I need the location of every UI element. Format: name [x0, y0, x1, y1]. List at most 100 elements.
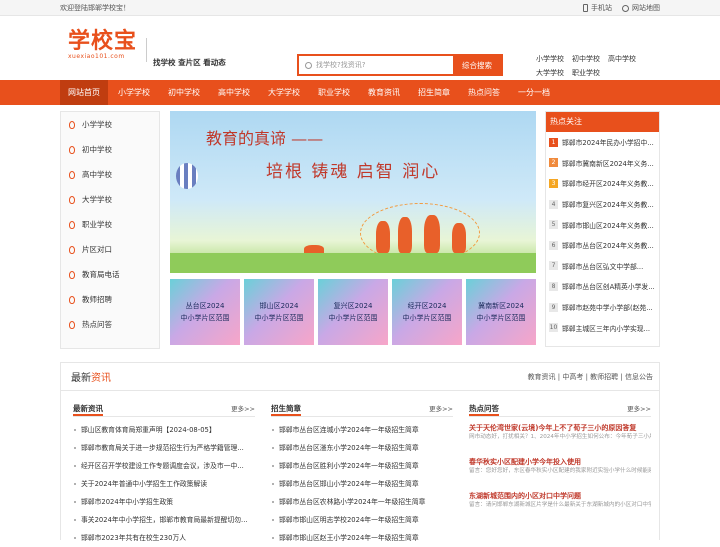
hot-item[interactable]: 6 邯郸市丛台区2024年义务教... — [546, 235, 659, 256]
qa-question[interactable]: 关于天伦湾世家(云境)今年上不了荀子三小的原因答复 — [469, 423, 651, 433]
mobile-site-link[interactable]: 手机站 — [583, 0, 612, 16]
qa-question[interactable]: 东湖新城范围内的小区对口中学问题 — [469, 491, 651, 501]
list-item[interactable]: 邯山区教育体育局郑重声明【2024-08-05】 — [73, 421, 255, 439]
header: 学校宝 xuexiao101.com 找学校 查片区 看动态 找学校?找资讯? … — [60, 16, 660, 80]
hot-item[interactable]: 2 邯郸市冀南新区2024年义务... — [546, 153, 659, 174]
site-logo[interactable]: 学校宝 xuexiao101.com — [68, 30, 137, 61]
child-silhouette — [376, 221, 390, 253]
nav-university[interactable]: 大学学校 — [260, 80, 308, 105]
news-section: 最新资讯 教育资讯 | 中高考 | 教师招聘 | 信息公告 最新资讯 更多>> 邯… — [60, 362, 660, 542]
hot-item[interactable]: 8 邯郸市丛台区创A精英小学发... — [546, 276, 659, 297]
hot-item[interactable]: 9 邯郸市赵苑中学小学部(赵苑... — [546, 297, 659, 318]
quick-link-vocational[interactable]: 职业学校 — [572, 69, 600, 77]
flame-icon — [69, 295, 75, 304]
quick-links: 小学学校 初中学校 高中学校 大学学校 职业学校 — [536, 52, 644, 80]
search-input[interactable]: 找学校?找资讯? — [299, 56, 453, 74]
nav-vocational[interactable]: 职业学校 — [310, 80, 358, 105]
admissions-column: 招生简章 更多>> 邯郸市丛台区连城小学2024年一年级招生简章 邯郸市丛台区滏东… — [271, 403, 453, 547]
list-item[interactable]: 关于2024年普通中小学招生工作政策解读 — [73, 475, 255, 493]
hot-item[interactable]: 7 邯郸市丛台区弘文中学部... — [546, 256, 659, 277]
flame-icon — [69, 270, 75, 279]
latest-news-more-link[interactable]: 更多>> — [231, 403, 255, 416]
hot-item[interactable]: 10 邯郸主城区三年内小学实现... — [546, 317, 659, 338]
sidebar-item-primary[interactable]: 小学学校 — [61, 112, 159, 137]
list-item[interactable]: 邯郸市丛台区农林路小学2024年一年级招生简章 — [271, 493, 453, 511]
list-item[interactable]: 邯郸市邯山区明志学校2024年一年级招生简章 — [271, 511, 453, 529]
child-silhouette — [452, 223, 466, 253]
qa-answer-snippet: 网市动态好，打扰相关？1、2024年中小学招生如何公布：今年荀子三小片内包含了天… — [469, 434, 651, 440]
district-card-jinan[interactable]: 冀南新区2024 中小学片区范围 — [466, 279, 536, 345]
qa-title: 热点问答 — [469, 403, 499, 416]
grass-ground — [170, 253, 536, 273]
sidebar-item-teacher-jobs[interactable]: 教师招聘 — [61, 287, 159, 312]
hot-air-balloon-image — [176, 163, 198, 189]
district-card-fuxing[interactable]: 复兴区2024 中小学片区范围 — [318, 279, 388, 345]
district-card-jingkai[interactable]: 经开区2024 中小学片区范围 — [392, 279, 462, 345]
news-header: 最新资讯 教育资讯 | 中高考 | 教师招聘 | 信息公告 — [61, 363, 659, 391]
list-item[interactable]: 邯郸市丛台区邯山小学2024年一年级招生简章 — [271, 475, 453, 493]
list-item[interactable]: 经开区召开学校建设工作专题调度会议，涉及市一中... — [73, 457, 255, 475]
flame-icon — [69, 195, 75, 204]
list-item[interactable]: 邯郸市2023年共有在校生230万人 — [73, 529, 255, 547]
search-icon — [305, 61, 312, 69]
qa-column: 热点问答 更多>> 关于天伦湾世家(云境)今年上不了荀子三小的原因答复 网市动态好… — [469, 403, 651, 509]
banner-heading: 教育的真谛 —— — [206, 129, 324, 148]
admissions-title: 招生简章 — [271, 403, 301, 416]
hot-item[interactable]: 3 邯郸市经开区2024年义务教... — [546, 173, 659, 194]
quick-link-primary[interactable]: 小学学校 — [536, 55, 564, 63]
district-card-hanshan[interactable]: 邯山区2024 中小学片区范围 — [244, 279, 314, 345]
district-card-congtai[interactable]: 丛台区2024 中小学片区范围 — [170, 279, 240, 345]
quick-link-senior[interactable]: 高中学校 — [608, 55, 636, 63]
nav-junior[interactable]: 初中学校 — [160, 80, 208, 105]
main-nav: 网站首页 小学学校 初中学校 高中学校 大学学校 职业学校 教育资讯 招生简章 … — [0, 80, 720, 105]
list-item[interactable]: 邯郸市丛台区滏东小学2024年一年级招生简章 — [271, 439, 453, 457]
nav-news[interactable]: 教育资讯 — [360, 80, 408, 105]
globe-icon — [622, 4, 629, 12]
nav-qa[interactable]: 热点问答 — [460, 80, 508, 105]
hero-banner[interactable]: 教育的真谛 —— 培根 铸魂 启智 润心 — [170, 111, 536, 273]
qa-answer-snippet: 留言：请问邯郸东湖新城区片学是什么最新关于东湖新城内的小区对口中学问题 ... — [469, 502, 651, 508]
qa-question[interactable]: 春华秋实小区配建小学今年投入使用 — [469, 457, 651, 467]
flame-icon — [69, 320, 75, 329]
hot-item[interactable]: 4 邯郸市复兴区2024年义务教... — [546, 194, 659, 215]
sidebar-item-bureau-phone[interactable]: 教育局电话 — [61, 262, 159, 287]
sidebar-item-district[interactable]: 片区对口 — [61, 237, 159, 262]
banner-subheading: 培根 铸魂 启智 润心 — [266, 162, 441, 182]
main-section: 小学学校 初中学校 高中学校 大学学校 职业学校 片区对口 教育局电话 教师招聘… — [60, 105, 660, 349]
nav-scores[interactable]: 一分一档 — [510, 80, 558, 105]
sidebar-item-vocational[interactable]: 职业学校 — [61, 212, 159, 237]
admissions-more-link[interactable]: 更多>> — [429, 403, 453, 416]
district-cards: 丛台区2024 中小学片区范围 邯山区2024 中小学片区范围 复兴区2024 中小学… — [170, 279, 536, 345]
qa-more-link[interactable]: 更多>> — [627, 403, 651, 416]
nav-primary[interactable]: 小学学校 — [110, 80, 158, 105]
nav-senior[interactable]: 高中学校 — [210, 80, 258, 105]
quick-link-university[interactable]: 大学学校 — [536, 69, 564, 77]
hot-topics-title: 热点关注 — [546, 112, 659, 132]
flame-icon — [69, 120, 75, 129]
logo-divider — [146, 38, 147, 62]
sidebar-item-qa[interactable]: 热点问答 — [61, 312, 159, 337]
list-item[interactable]: 邯郸市丛台区胜利小学2024年一年级招生简章 — [271, 457, 453, 475]
list-item[interactable]: 事关2024年中小学招生，邯郸市教育局最新提醒切勿... — [73, 511, 255, 529]
quick-link-junior[interactable]: 初中学校 — [572, 55, 600, 63]
search-button[interactable]: 综合搜索 — [453, 56, 501, 74]
flame-icon — [69, 145, 75, 154]
sitemap-link[interactable]: 网站地图 — [622, 0, 660, 16]
search-bar: 找学校?找资讯? 综合搜索 — [297, 54, 503, 76]
sidebar-item-senior[interactable]: 高中学校 — [61, 162, 159, 187]
news-category-links[interactable]: 教育资讯 | 中高考 | 教师招聘 | 信息公告 — [528, 372, 653, 382]
hot-item[interactable]: 5 邯郸市邯山区2024年义务教... — [546, 214, 659, 235]
side-nav: 小学学校 初中学校 高中学校 大学学校 职业学校 片区对口 教育局电话 教师招聘… — [60, 111, 160, 349]
flame-icon — [69, 220, 75, 229]
sidebar-item-junior[interactable]: 初中学校 — [61, 137, 159, 162]
child-silhouette — [424, 215, 440, 253]
list-item[interactable]: 邯郸市教育局关于进一步规范招生行为严格学籍管理... — [73, 439, 255, 457]
top-bar: 欢迎登陆邯郸学校宝！ 手机站 网站地图 — [0, 0, 720, 16]
nav-home[interactable]: 网站首页 — [60, 80, 108, 105]
sidebar-item-university[interactable]: 大学学校 — [61, 187, 159, 212]
list-item[interactable]: 邯郸市邯山区赵王小学2024年一年级招生简章 — [271, 529, 453, 547]
nav-admissions[interactable]: 招生简章 — [410, 80, 458, 105]
list-item[interactable]: 邯郸市丛台区连城小学2024年一年级招生简章 — [271, 421, 453, 439]
hot-item[interactable]: 1 邯郸市2024年民办小学招中... — [546, 132, 659, 153]
list-item[interactable]: 邯郸市2024年中小学招生政策 — [73, 493, 255, 511]
